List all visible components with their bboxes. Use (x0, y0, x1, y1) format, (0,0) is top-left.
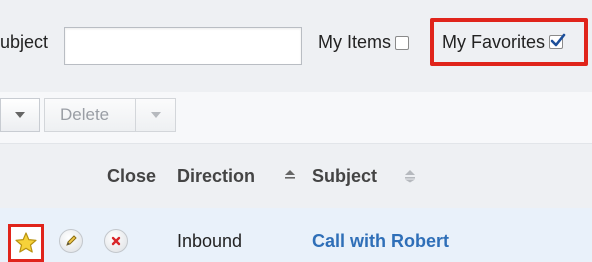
sort-icon[interactable] (284, 169, 296, 183)
table-header: Close Direction Subject (0, 144, 592, 208)
sort-icon[interactable] (404, 169, 416, 183)
action-bar: Delete (0, 92, 592, 144)
close-record-button[interactable] (104, 229, 128, 253)
delete-dropdown-toggle[interactable] (136, 112, 175, 118)
subject-search-input[interactable] (64, 27, 302, 65)
my-items-filter[interactable]: My Items (318, 32, 410, 53)
bulk-action-dropdown[interactable] (0, 98, 40, 132)
edit-button[interactable] (59, 229, 83, 253)
subject-link[interactable]: Call with Robert (312, 231, 449, 252)
chevron-down-icon (15, 112, 25, 118)
table-row[interactable]: Inbound Call with Robert (0, 208, 592, 262)
my-favorites-checkbox[interactable] (549, 33, 566, 49)
star-icon (15, 232, 37, 253)
filter-bar: ubject My Items My Favorites (0, 0, 592, 92)
column-header-close: Close (107, 166, 157, 186)
checkmark-icon (550, 33, 566, 47)
direction-cell: Inbound (177, 231, 243, 251)
delete-button[interactable]: Delete (44, 98, 176, 132)
column-header-direction[interactable]: Direction (177, 166, 255, 187)
delete-label: Delete (60, 105, 110, 124)
close-x-icon (111, 236, 121, 246)
my-favorites-highlight: My Favorites (430, 18, 588, 66)
my-items-label: My Items (318, 32, 392, 52)
my-items-checkbox[interactable] (395, 35, 410, 50)
favorite-toggle[interactable] (8, 224, 44, 262)
chevron-down-icon (150, 112, 161, 118)
my-favorites-label: My Favorites (442, 31, 546, 52)
subject-label: ubject (0, 32, 49, 52)
pencil-icon (66, 235, 77, 246)
column-header-subject[interactable]: Subject (312, 166, 377, 187)
